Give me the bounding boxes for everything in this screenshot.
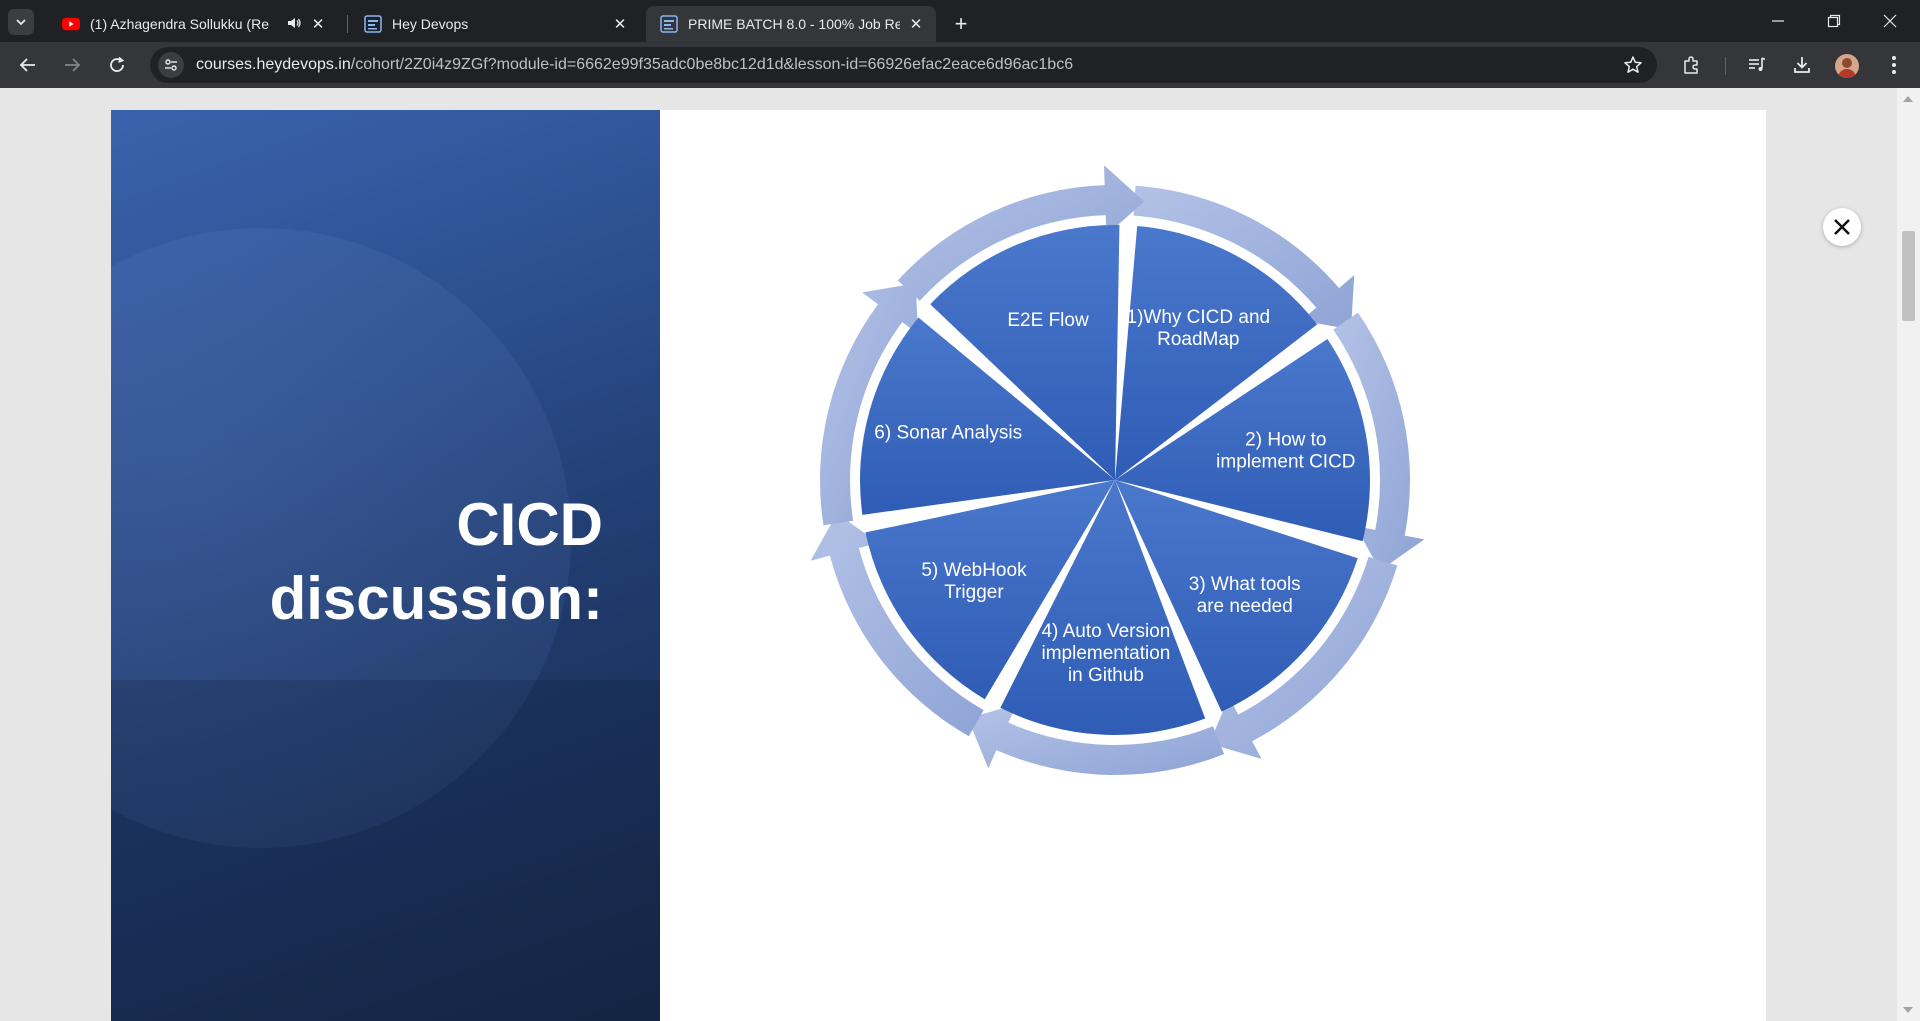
close-icon [1883, 14, 1897, 28]
cycle-segment-label-line: 3) What tools [1189, 574, 1301, 595]
close-window-button[interactable] [1862, 0, 1918, 42]
cycle-segment-label: E2E Flow [1007, 310, 1089, 331]
restore-button[interactable] [1806, 0, 1862, 42]
tab-title: (1) Azhagendra Sollukku (Re [90, 16, 269, 32]
close-tab-icon[interactable]: ✕ [308, 14, 328, 34]
tab-title: Hey Devops [392, 16, 469, 32]
chrome-menu-button[interactable] [1878, 49, 1910, 81]
bookmark-star-button[interactable] [1621, 53, 1645, 77]
tab-prime-batch[interactable]: PRIME BATCH 8.0 - 100% Job Re ✕ [646, 6, 936, 42]
star-icon [1624, 56, 1642, 73]
forward-arrow-icon [65, 58, 81, 72]
cycle-diagram-svg: 1)Why CICD and RoadMap 2) How to implement … [810, 165, 1425, 775]
cycle-segment-label-line: 4) Auto Version [1041, 621, 1170, 642]
cycle-segment-label-line: implementation [1042, 643, 1171, 664]
chevron-down-icon [16, 19, 26, 26]
cycle-segment-label: 6) Sonar Analysis [874, 423, 1022, 444]
slide-title: CICD discussion: [111, 488, 603, 636]
page-viewport: CICD discussion: 1)Why CICD and RoadMap … [0, 88, 1920, 1021]
heydevops-icon [364, 15, 382, 33]
scroll-up-arrow[interactable] [1903, 96, 1913, 102]
more-vertical-icon [1892, 56, 1896, 74]
youtube-icon [62, 15, 80, 33]
tab-separator [347, 15, 348, 33]
close-tab-icon[interactable]: ✕ [610, 14, 630, 34]
heydevops-icon [660, 15, 678, 33]
cycle-segment-label-line: Trigger [944, 582, 1004, 603]
decorative-band [111, 680, 660, 1021]
new-tab-button[interactable]: + [948, 11, 974, 37]
slide-title-line: CICD [456, 491, 603, 558]
speaker-icon[interactable] [286, 15, 302, 34]
scroll-down-arrow[interactable] [1903, 1007, 1913, 1013]
playlist-icon [1749, 57, 1766, 71]
toolbar-divider [1725, 57, 1726, 75]
slide-title-panel: CICD discussion: [111, 110, 660, 1021]
url-path: /cohort/2Z0i4z9ZGf?module-id=6662e99f35a… [350, 56, 1074, 73]
close-viewer-button[interactable] [1823, 208, 1861, 246]
cycle-diagram: 1)Why CICD and RoadMap 2) How to implement … [660, 110, 1766, 1021]
downloads-button[interactable] [1786, 49, 1818, 81]
reload-button[interactable] [101, 49, 133, 81]
page-scrollbar[interactable] [1897, 88, 1920, 1021]
minimize-icon [1772, 20, 1784, 22]
cycle-segment-label-line: E2E Flow [1007, 310, 1089, 331]
extensions-button[interactable] [1675, 49, 1707, 81]
slide: CICD discussion: 1)Why CICD and RoadMap … [111, 110, 1766, 1021]
reload-icon [110, 56, 125, 72]
cycle-segment-label-line: are needed [1197, 596, 1293, 617]
site-info-button[interactable] [158, 52, 184, 78]
cycle-segment-label-line: implement CICD [1216, 451, 1355, 472]
cycle-segment-label-line: 2) How to [1245, 429, 1326, 450]
avatar-body [1838, 69, 1856, 78]
back-arrow-icon [19, 58, 35, 72]
puzzle-icon [1684, 56, 1698, 74]
back-button[interactable] [12, 49, 44, 81]
tab-title: PRIME BATCH 8.0 - 100% Job Re [688, 16, 900, 32]
forward-button[interactable] [56, 49, 88, 81]
minimize-button[interactable] [1750, 0, 1806, 42]
tab-youtube[interactable]: (1) Azhagendra Sollukku (Re ✕ [48, 6, 338, 42]
close-tab-icon[interactable]: ✕ [906, 14, 926, 34]
browser-toolbar: courses.heydevops.in/cohort/2Z0i4z9ZGf?m… [0, 42, 1920, 88]
scrollbar-thumb[interactable] [1902, 231, 1915, 321]
tab-hey-devops[interactable]: Hey Devops ✕ [350, 6, 640, 42]
download-icon [1794, 57, 1810, 73]
close-icon [1834, 219, 1850, 235]
media-controls-button[interactable] [1741, 49, 1773, 81]
url-host: courses.heydevops.in [196, 56, 351, 73]
cycle-segment-label-line: in Github [1068, 665, 1144, 686]
cycle-segment-label-line: 6) Sonar Analysis [874, 423, 1022, 444]
cycle-segment-label-line: 5) WebHook [921, 560, 1027, 581]
cycle-segment-label-line: RoadMap [1157, 329, 1239, 350]
restore-icon [1827, 14, 1841, 28]
tab-strip: (1) Azhagendra Sollukku (Re ✕ Hey Devops… [0, 0, 1920, 42]
url-text[interactable]: courses.heydevops.in/cohort/2Z0i4z9ZGf?m… [196, 56, 1073, 74]
cycle-segment-label: 3) What tools are needed [1189, 574, 1301, 617]
address-bar[interactable]: courses.heydevops.in/cohort/2Z0i4z9ZGf?m… [150, 47, 1657, 83]
tab-search-button[interactable] [8, 9, 34, 35]
profile-avatar[interactable] [1835, 54, 1859, 78]
slide-title-line: discussion: [269, 565, 603, 632]
tune-icon [165, 59, 177, 71]
cycle-segment-label-line: 1)Why CICD and [1127, 307, 1271, 328]
avatar-head [1842, 58, 1852, 68]
